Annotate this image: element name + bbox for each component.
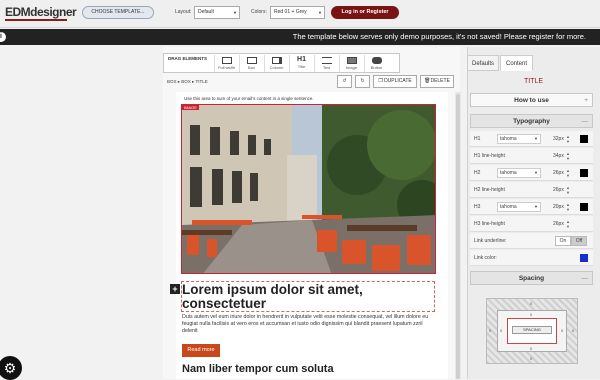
choose-template-button[interactable]: CHOOSE TEMPLATE... (82, 6, 154, 19)
top-bar: EDMdesigner CHOOSE TEMPLATE... Layout: D… (0, 0, 600, 28)
h3-color-swatch[interactable] (580, 203, 588, 211)
tab-defaults[interactable]: Defaults (467, 55, 499, 71)
cafe-photo (182, 105, 435, 273)
drag-elements-label: DRAG ELEMENTS (168, 56, 208, 61)
content-heading[interactable]: Lorem ipsum dolor sit amet, consectetuer (182, 283, 434, 311)
text-icon (321, 57, 332, 64)
tab-content[interactable]: Content (500, 55, 533, 71)
how-to-use-button[interactable]: How to use + (470, 93, 593, 107)
h3-row: H3 tahoma ▼ 20px ▲ ▼ (470, 199, 593, 215)
drag-toolbar: DRAG ELEMENTS Full width Box Column H1 Ti… (163, 53, 400, 73)
link-color-swatch[interactable] (580, 254, 588, 262)
padding-left-value[interactable]: 0 (500, 328, 502, 333)
tool-image[interactable]: Image (339, 55, 363, 72)
info-icon[interactable]: i (0, 32, 6, 42)
stepper-icon[interactable]: ▲ ▼ (566, 151, 570, 161)
h1-line-height[interactable]: 34px (553, 148, 564, 164)
tool-text[interactable]: Text (314, 55, 338, 72)
tool-button[interactable]: Button (364, 55, 388, 72)
h2-row: H2 tahoma ▼ 26px ▲ ▼ (470, 165, 593, 181)
tool-full-width[interactable]: Full width (214, 55, 238, 72)
read-more-button[interactable]: Read more (182, 344, 220, 357)
h3-line-height[interactable]: 26px (553, 216, 564, 232)
h2-line-height[interactable]: 26px (553, 182, 564, 198)
redo-icon: ↻ (360, 78, 365, 84)
chevron-down-icon: ▼ (318, 10, 322, 15)
content-image[interactable]: IMAGE (181, 104, 436, 274)
minus-icon: — (581, 275, 589, 282)
layout-select[interactable]: Default ▼ (194, 6, 240, 19)
h2-color-swatch[interactable] (580, 169, 588, 177)
h3-font-select[interactable]: tahoma ▼ (497, 202, 541, 212)
h2-size[interactable]: 26px (553, 165, 564, 181)
tool-column[interactable]: Column (264, 55, 288, 72)
h1-font-select[interactable]: tahoma ▼ (497, 134, 541, 144)
stepper-icon[interactable]: ▲ ▼ (566, 134, 570, 144)
link-underline-row: Link underline: On Off (470, 233, 593, 249)
tool-title[interactable]: H1 Title (289, 55, 313, 72)
stepper-icon[interactable]: ▲ ▼ (566, 168, 570, 178)
minus-icon: — (581, 118, 589, 125)
panel-title: TITLE (523, 78, 544, 85)
image-tag: IMAGE (182, 105, 199, 110)
image-icon (346, 57, 357, 64)
padding-top-value[interactable]: 0 (530, 312, 532, 317)
layout-label: Layout: (175, 9, 192, 15)
redo-button[interactable]: ↻ (355, 75, 370, 88)
margin-right-value[interactable]: 0 (572, 328, 574, 333)
padding-bottom-value[interactable]: 0 (530, 346, 532, 351)
delete-button[interactable]: 🗑DELETE (420, 75, 454, 88)
h3-size[interactable]: 20px (553, 199, 564, 215)
h1-line-height-row: H1 line-height 34px ▲ ▼ (470, 148, 593, 164)
underline-off-toggle[interactable]: Off (571, 236, 587, 246)
colors-label: Colors: (251, 9, 267, 15)
spacing-header[interactable]: Spacing — (470, 271, 593, 285)
typography-header[interactable]: Typography — (470, 114, 593, 128)
margin-bottom-value[interactable]: 0 (530, 356, 532, 361)
margin-top-value[interactable]: 0 (530, 301, 532, 306)
editor-scrollbar[interactable] (455, 92, 461, 379)
undo-icon: ↺ (342, 78, 347, 84)
link-color-row: Link color: (470, 250, 593, 266)
stepper-icon[interactable]: ▲ ▼ (566, 202, 570, 212)
margin-left-value[interactable]: 0 (489, 328, 491, 333)
colors-select[interactable]: Red 01 + Grey ▼ (270, 6, 325, 19)
content-paragraph[interactable]: Duis autem vel eum iriure dolor in hendr… (182, 314, 436, 335)
spacing-label: SPACING (512, 326, 552, 334)
padding-right-value[interactable]: 0 (561, 328, 563, 333)
full-width-icon (221, 57, 232, 64)
content-heading-2[interactable]: Nam liber tempor cum soluta (182, 363, 334, 375)
demo-banner: i The template below serves only demo pu… (0, 29, 600, 45)
h1-size[interactable]: 32px (553, 131, 564, 147)
breadcrumb: BOX ▸ BOX ▸ TITLE (167, 79, 208, 84)
add-block-icon[interactable]: + (170, 284, 180, 294)
h3-line-height-row: H3 line-height 26px ▲ ▼ (470, 216, 593, 232)
logo: EDMdesigner (5, 5, 77, 21)
stepper-icon[interactable]: ▲ ▼ (566, 185, 570, 195)
button-icon (371, 57, 382, 64)
h1-row: H1 tahoma ▼ 32px ▲ ▼ (470, 131, 593, 147)
undo-button[interactable]: ↺ (337, 75, 352, 88)
h2-line-height-row: H2 line-height 26px ▲ ▼ (470, 182, 593, 198)
plus-icon: + (584, 97, 588, 104)
login-button[interactable]: Log in or Register (331, 6, 399, 19)
h2-font-select[interactable]: tahoma ▼ (497, 168, 541, 178)
stepper-icon[interactable]: ▲ ▼ (566, 219, 570, 229)
underline-on-toggle[interactable]: On (555, 236, 571, 246)
box-icon (246, 57, 257, 64)
tool-box[interactable]: Box (239, 55, 263, 72)
email-caption[interactable]: Use this area to sum of your email's con… (184, 96, 314, 101)
duplicate-button[interactable]: ❐ DUPLICATE (373, 75, 417, 88)
gear-icon[interactable]: ⚙ (0, 356, 22, 380)
banner-text: The template below serves only demo purp… (292, 32, 586, 41)
title-icon: H1 (297, 56, 306, 63)
h1-color-swatch[interactable] (580, 135, 588, 143)
column-icon (271, 57, 282, 64)
chevron-down-icon: ▼ (233, 10, 237, 15)
